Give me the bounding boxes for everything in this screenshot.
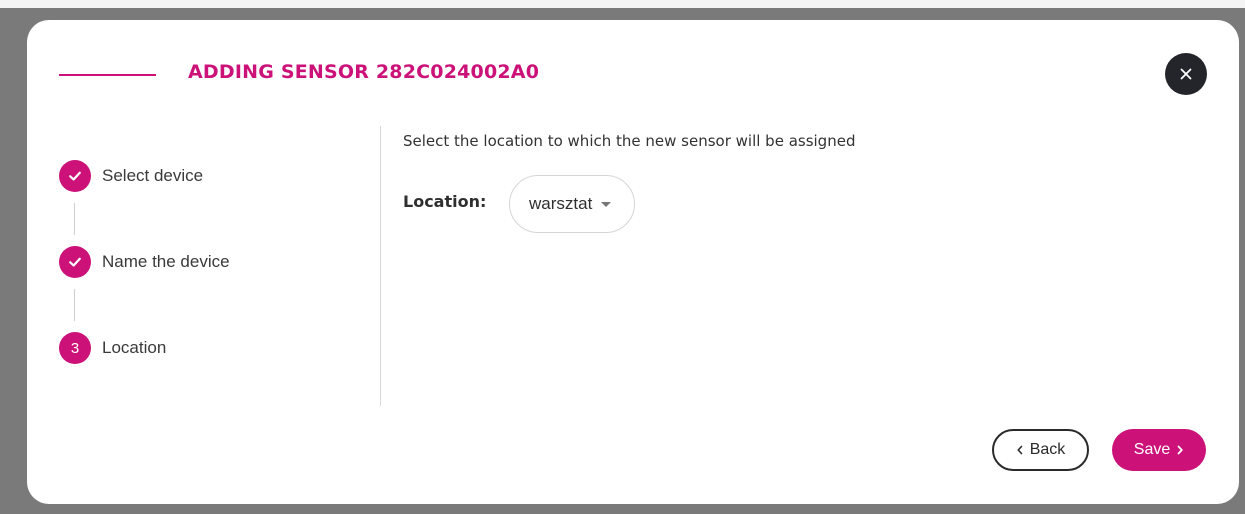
location-dropdown[interactable]: warsztat xyxy=(509,175,635,233)
location-label: Location: xyxy=(403,192,487,211)
step-label: Name the device xyxy=(102,252,230,271)
step-connector xyxy=(74,203,75,235)
step-label: Select device xyxy=(102,166,204,185)
add-sensor-dialog: ADDING SENSOR 282C024002A0 Select device… xyxy=(27,20,1239,504)
dialog-title: ADDING SENSOR 282C024002A0 xyxy=(188,61,540,83)
step-completed-badge xyxy=(59,160,91,192)
check-icon xyxy=(69,257,81,267)
step-name-device: Name the device xyxy=(59,246,230,278)
title-decoration-line xyxy=(59,74,156,76)
close-button[interactable] xyxy=(1165,53,1207,95)
chevron-left-icon xyxy=(1017,445,1023,455)
step-number-badge: 3 xyxy=(59,332,91,364)
back-button[interactable]: Back xyxy=(992,429,1089,471)
overlay-top-strip xyxy=(0,0,1245,8)
instruction-text: Select the location to which the new sen… xyxy=(403,132,856,150)
back-button-label: Back xyxy=(1029,441,1066,458)
vertical-divider xyxy=(380,126,381,406)
step-location: 3 Location xyxy=(59,332,166,364)
save-button-label: Save xyxy=(1133,441,1171,458)
check-icon xyxy=(69,171,81,181)
chevron-right-icon xyxy=(1177,445,1183,455)
close-icon xyxy=(1180,68,1192,80)
step-label: Location xyxy=(102,338,167,357)
step-connector xyxy=(74,289,75,321)
location-selected-value: warsztat xyxy=(529,194,593,213)
caret-down-icon xyxy=(601,201,612,207)
step-completed-badge xyxy=(59,246,91,278)
step-select-device: Select device xyxy=(59,160,203,192)
save-button[interactable]: Save xyxy=(1112,429,1206,471)
